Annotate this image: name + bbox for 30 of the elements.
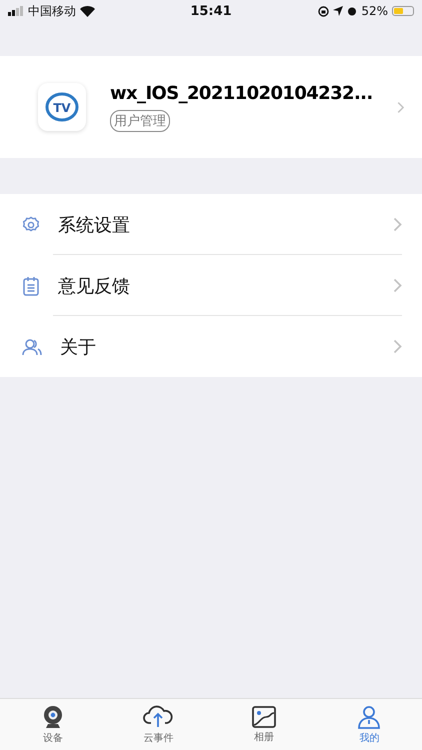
menu-item[interactable]: 意见反馈: [0, 255, 422, 316]
webcam-icon[interactable]: [42, 704, 64, 728]
location-arrow-icon: [333, 6, 344, 16]
settings-icon: [22, 216, 40, 234]
chevron-right-icon: [393, 278, 402, 293]
battery-percentage: 52%: [361, 4, 388, 18]
tab-bar-item[interactable]: 设备: [0, 699, 106, 750]
image-icon[interactable]: [252, 706, 276, 728]
menu-item[interactable]: 系统设置: [0, 194, 422, 255]
cloud-upload-icon[interactable]: [143, 704, 174, 728]
profile-card[interactable]: TV wx_IOS_20211020104232... 用户管理: [0, 56, 422, 158]
tab-bar-item[interactable]: 我的: [316, 699, 422, 750]
chevron-right-icon: [396, 100, 404, 114]
chevron-right-icon: [393, 339, 402, 354]
clock-time: 15:41: [190, 4, 232, 18]
carrier-name: 中国移动: [28, 2, 76, 20]
battery-icon: [392, 6, 414, 16]
app-logo: TV: [38, 83, 86, 131]
chevron-right-icon: [393, 217, 402, 232]
wifi-icon: [80, 6, 95, 16]
notepad-icon: [22, 276, 40, 296]
user-name: wx_IOS_20211020104232...: [110, 82, 373, 104]
tab-bar-item[interactable]: 相册: [211, 699, 316, 750]
signal-icon: [8, 6, 24, 16]
menu-item[interactable]: 关于: [0, 316, 422, 377]
person-icon[interactable]: [357, 704, 382, 728]
user-management-tag: 用户管理: [110, 110, 170, 132]
users-icon: [22, 338, 42, 356]
rotation-lock-icon: [318, 6, 330, 16]
tab-bar-item[interactable]: 云事件: [106, 699, 211, 750]
